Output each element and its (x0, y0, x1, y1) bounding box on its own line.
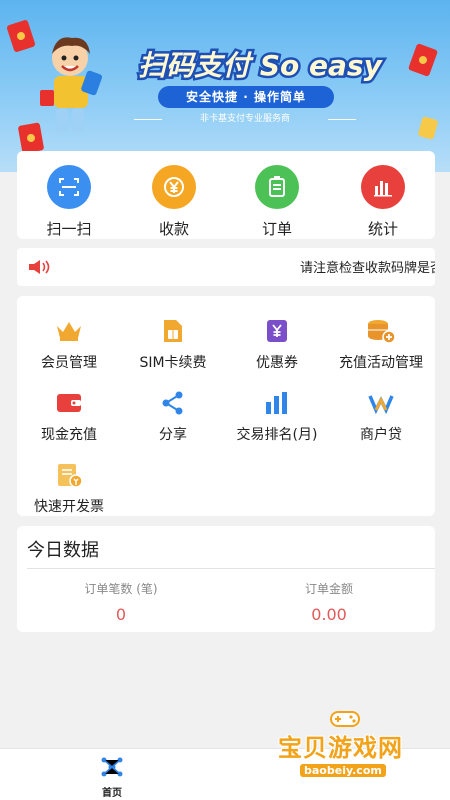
coupon-button[interactable]: 优惠券 (225, 316, 329, 372)
monthly-ranking-label: 交易排名(月) (236, 427, 318, 443)
monthly-ranking-button[interactable]: 交易排名(月) (225, 388, 329, 444)
scan-button[interactable]: 扫一扫 (29, 165, 109, 239)
order-amount-value: 0.00 (311, 605, 347, 624)
svg-text:扫码支付 So easy: 扫码支付 So easy (138, 49, 383, 82)
order-list-icon (255, 165, 299, 209)
merchant-loan-icon (366, 388, 396, 418)
coupon-icon (262, 316, 292, 346)
quick-invoice-button[interactable]: 快速开发票 (17, 460, 121, 516)
recharge-campaign-label: 充值活动管理 (339, 355, 423, 371)
order-count-label: 订单笔数 (笔) (84, 582, 158, 596)
home-network-icon (101, 757, 123, 777)
share-label: 分享 (159, 427, 187, 443)
collect-payment-button[interactable]: 收款 (134, 165, 214, 239)
ranking-bars-icon (262, 388, 292, 418)
invoice-icon (54, 460, 84, 490)
today-data-card: 今日数据 订单笔数 (笔) 0 订单金额 0.00 (17, 526, 435, 632)
speaker-icon (29, 260, 50, 274)
red-envelope-icon (6, 19, 36, 53)
cash-recharge-button[interactable]: 现金充值 (17, 388, 121, 444)
red-envelope-icon (417, 116, 439, 140)
site-watermark: 宝贝游戏网 baobeiy.com (278, 711, 420, 784)
watermark-url: baobeiy.com (300, 764, 386, 777)
banner-subline: 非卡基支付专业服务商 (130, 112, 360, 126)
order-count-value: 0 (115, 605, 127, 624)
collect-payment-label: 收款 (158, 220, 189, 238)
promo-banner[interactable]: 扫码支付 So easy 安全快捷 · 操作简单 非卡基支付专业服务商 (0, 0, 450, 172)
order-amount-label: 订单金额 (304, 582, 353, 596)
order-amount-stat[interactable]: 订单金额 0.00 (239, 580, 419, 624)
scan-icon (47, 165, 91, 209)
tab-home-label: 首页 (102, 788, 122, 799)
orders-button[interactable]: 订单 (237, 165, 317, 239)
today-data-title: 今日数据 (27, 540, 99, 561)
quick-actions-card: 扫一扫 收款 订单 统计 (17, 151, 435, 239)
member-management-label: 会员管理 (41, 355, 97, 371)
statistics-button[interactable]: 统计 (343, 165, 423, 239)
sim-renewal-button[interactable]: SIM卡续费 (121, 316, 225, 372)
tab-home[interactable]: 首页 (90, 757, 134, 799)
statistics-label: 统计 (367, 220, 398, 238)
merchant-loan-label: 商户贷 (360, 427, 402, 443)
wallet-icon (54, 388, 84, 418)
cartoon-character-icon (40, 37, 103, 132)
share-icon (158, 388, 188, 418)
crown-icon (54, 316, 84, 346)
features-card: 会员管理 SIM卡续费 优惠券 充值活动管理 现金充值 分享 交易排名(月) 商… (17, 296, 435, 516)
sim-card-icon (158, 316, 188, 346)
recharge-campaign-button[interactable]: 充值活动管理 (329, 316, 433, 372)
scan-label: 扫一扫 (46, 220, 92, 238)
coupon-label: 优惠券 (256, 355, 298, 371)
order-count-stat[interactable]: 订单笔数 (笔) 0 (31, 580, 211, 624)
quick-invoice-label: 快速开发票 (34, 499, 104, 515)
red-envelope-icon (407, 43, 439, 77)
banner-tagline: 安全快捷 · 操作简单 (158, 86, 334, 108)
notice-bar[interactable]: 请注意检查收款码牌是否被更换 (17, 248, 435, 286)
cash-recharge-label: 现金充值 (41, 427, 97, 443)
merchant-loan-button[interactable]: 商户贷 (329, 388, 433, 444)
bar-stats-icon (361, 165, 405, 209)
member-management-button[interactable]: 会员管理 (17, 316, 121, 372)
sim-renewal-label: SIM卡续费 (139, 355, 207, 371)
orders-label: 订单 (261, 220, 292, 238)
gamepad-icon (330, 711, 360, 727)
coins-add-icon (366, 316, 396, 346)
watermark-title: 宝贝游戏网 (278, 734, 403, 762)
yen-collect-icon (152, 165, 196, 209)
notice-text: 请注意检查收款码牌是否被更换 (300, 261, 435, 276)
banner-headline: 扫码支付 So easy (136, 47, 386, 85)
share-button[interactable]: 分享 (121, 388, 225, 444)
divider (27, 568, 435, 569)
